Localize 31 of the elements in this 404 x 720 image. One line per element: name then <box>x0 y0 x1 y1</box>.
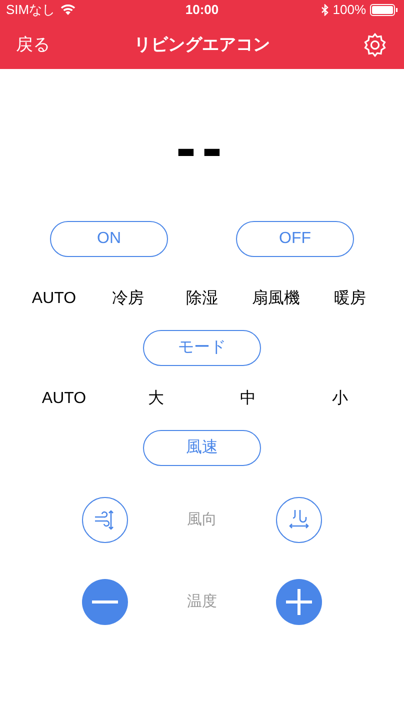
temperature-display: -- <box>176 118 228 178</box>
temperature-label: 温度 <box>187 592 217 612</box>
power-button[interactable]: OFF <box>236 221 354 257</box>
nav-title: リビングエアコン <box>134 34 270 56</box>
vertical-swing-button[interactable] <box>82 497 128 543</box>
mode-button[interactable]: モード <box>143 330 261 366</box>
settings-icon <box>362 32 388 58</box>
plus-icon <box>286 589 312 615</box>
increase-button[interactable] <box>276 579 322 625</box>
decrease-button[interactable] <box>82 579 128 625</box>
wifi-icon <box>60 4 76 16</box>
mode-option[interactable]: 冷房 <box>92 287 164 311</box>
carrier-label: SIMなし <box>6 1 56 20</box>
horizontal-swing-button[interactable] <box>276 497 322 543</box>
fan-speed-button[interactable]: 風速 <box>143 430 261 466</box>
battery-icon <box>370 4 398 16</box>
power-button[interactable]: ON <box>50 221 168 257</box>
fan-speed-option[interactable]: AUTO <box>18 387 110 411</box>
mode-option[interactable]: 扇風機 <box>240 287 312 311</box>
minus-icon <box>92 600 118 604</box>
mode-option[interactable]: 暖房 <box>314 287 386 311</box>
fan-speed-option[interactable]: 中 <box>202 387 294 411</box>
bluetooth-icon <box>320 4 329 16</box>
back-button[interactable]: 戻る <box>16 32 76 58</box>
status-time: 10:00 <box>185 1 219 20</box>
mode-option[interactable]: 除湿 <box>166 287 238 311</box>
mode-option[interactable]: AUTO <box>18 287 90 311</box>
fan-speed-option[interactable]: 大 <box>110 387 202 411</box>
battery-percent: 100% <box>332 1 366 20</box>
direction-label: 風向 <box>187 510 217 530</box>
fan-speed-option[interactable]: 小 <box>294 387 386 411</box>
